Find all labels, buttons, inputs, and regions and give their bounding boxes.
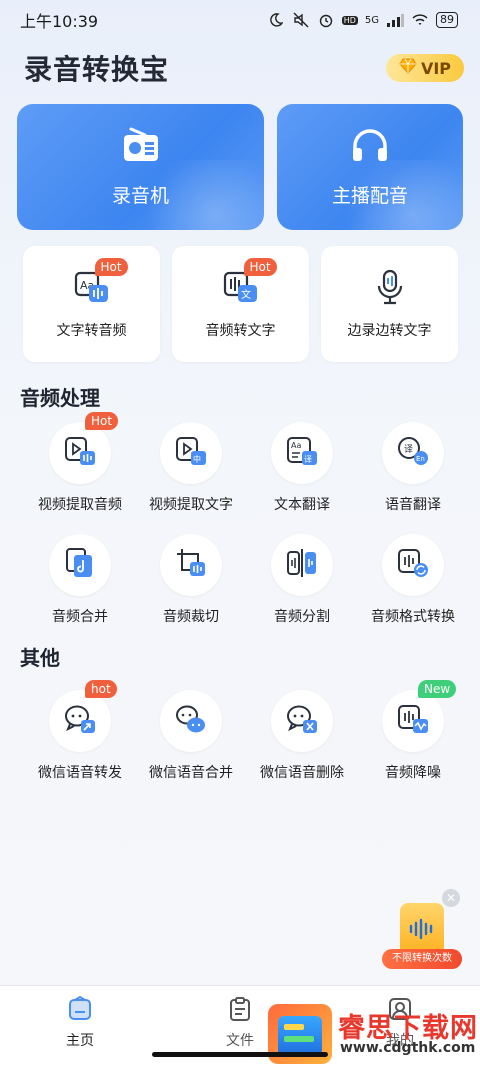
wifi-icon — [411, 11, 429, 29]
close-icon[interactable]: ✕ — [442, 889, 460, 907]
record-transcribe-label: 边录边转文字 — [347, 323, 432, 339]
dubbing-card[interactable]: 主播配音 — [277, 104, 463, 230]
app-header: 录音转换宝 VIP — [24, 48, 464, 88]
new-badge: New — [418, 680, 457, 698]
audio-format-item[interactable]: 音频格式转换 — [358, 534, 468, 634]
record-transcribe-card[interactable]: 边录边转文字 — [321, 246, 458, 362]
audio-to-text-card[interactable]: 文 Hot 音频转文字 — [172, 246, 309, 362]
radio-icon — [121, 127, 161, 167]
video-extract-audio-icon — [63, 434, 97, 472]
svg-text:译: 译 — [404, 444, 413, 455]
audio-split-label: 音频分割 — [274, 609, 330, 625]
dubbing-label: 主播配音 — [331, 184, 408, 207]
wechat-merge-label: 微信语音合并 — [149, 765, 233, 781]
status-bar: 上午10:39 HD 5G 89 — [0, 0, 480, 40]
alarm-icon — [317, 11, 335, 29]
audio-split-item[interactable]: 音频分割 — [247, 534, 357, 634]
recorder-card[interactable]: 录音机 — [17, 104, 264, 230]
voice-translate-item[interactable]: 译 En 语音翻译 — [358, 422, 468, 522]
wechat-forward-item[interactable]: hot 微信语音转发 — [25, 680, 135, 790]
diamond-icon — [399, 58, 417, 78]
microphone-icon — [371, 269, 409, 310]
app-title: 录音转换宝 — [24, 53, 170, 86]
video-extract-audio-item[interactable]: Hot 视频提取音频 — [25, 412, 135, 522]
svg-text:译: 译 — [304, 455, 312, 464]
wechat-merge-icon — [174, 702, 208, 740]
vip-label: VIP — [420, 58, 452, 78]
audio-merge-item[interactable]: 音频合并 — [25, 534, 135, 634]
headphones-icon — [350, 127, 390, 167]
video-extract-text-item[interactable]: 中 视频提取文字 — [136, 422, 246, 522]
status-time: 上午10:39 — [20, 12, 99, 31]
wechat-merge-item[interactable]: 微信语音合并 — [136, 690, 246, 790]
section-title-audio: 音频处理 — [20, 386, 100, 410]
text-to-audio-card[interactable]: Aa Hot 文字转音频 — [23, 246, 160, 362]
signal-icon — [386, 11, 404, 29]
audio-format-label: 音频格式转换 — [371, 609, 455, 625]
text-translate-label: 文本翻译 — [274, 497, 330, 513]
svg-text:中: 中 — [193, 454, 201, 464]
status-icons: HD 5G 89 — [267, 11, 458, 29]
video-extract-text-icon: 中 — [174, 434, 208, 472]
hd-icon: HD — [341, 15, 358, 25]
audio-to-text-label: 音频转文字 — [205, 323, 276, 339]
voice-translate-icon: 译 En — [396, 434, 430, 472]
audio-split-icon — [285, 546, 319, 584]
svg-text:Aa: Aa — [291, 441, 301, 450]
home-indicator — [152, 1052, 328, 1057]
audio-crop-icon — [174, 546, 208, 584]
clipboard-icon — [227, 996, 253, 1026]
svg-text:En: En — [416, 455, 425, 463]
svg-text:文: 文 — [241, 288, 251, 301]
video-extract-text-label: 视频提取文字 — [149, 497, 233, 513]
recorder-label: 录音机 — [111, 184, 169, 207]
wechat-delete-label: 微信语音删除 — [260, 765, 344, 781]
section-title-other: 其他 — [20, 646, 60, 670]
wechat-forward-label: 微信语音转发 — [38, 765, 122, 781]
video-extract-audio-label: 视频提取音频 — [38, 497, 122, 513]
vip-button[interactable]: VIP — [386, 54, 464, 82]
unlimited-promo[interactable]: 不限转换次数 ✕ — [380, 889, 464, 973]
audio-format-icon — [396, 546, 430, 584]
audio-merge-label: 音频合并 — [52, 609, 108, 625]
audio-crop-item[interactable]: 音频裁切 — [136, 534, 246, 634]
text-translate-icon: Aa 译 — [285, 434, 319, 472]
watermark-url: www.cdgthk.com — [340, 1040, 476, 1056]
mute-icon — [292, 11, 310, 29]
audio-denoise-item[interactable]: New 音频降噪 — [358, 680, 468, 790]
wechat-delete-icon — [285, 702, 319, 740]
audio-merge-icon — [63, 546, 97, 584]
voice-translate-label: 语音翻译 — [385, 497, 441, 513]
phone-waveform-icon — [400, 903, 444, 955]
audio-denoise-label: 音频降噪 — [385, 765, 441, 781]
audio-crop-label: 音频裁切 — [163, 609, 219, 625]
nav-home[interactable]: 主页 — [0, 986, 160, 1067]
network-label: 5G — [364, 14, 379, 26]
nav-files-label: 文件 — [226, 1033, 254, 1049]
battery-indicator: 89 — [436, 12, 458, 28]
hot-badge: hot — [85, 680, 117, 698]
nav-home-label: 主页 — [66, 1033, 94, 1049]
hot-badge: Hot — [85, 412, 119, 430]
audio-denoise-icon — [396, 702, 430, 740]
audio-to-text-icon: 文 — [222, 271, 260, 310]
wechat-forward-icon — [63, 702, 97, 740]
hot-badge: Hot — [94, 258, 128, 276]
promo-label: 不限转换次数 — [382, 949, 462, 969]
home-icon — [67, 995, 93, 1026]
wechat-delete-item[interactable]: 微信语音删除 — [247, 690, 357, 790]
text-translate-item[interactable]: Aa 译 文本翻译 — [247, 422, 357, 522]
moon-icon — [267, 11, 285, 29]
text-to-audio-icon: Aa — [73, 271, 111, 310]
hot-badge: Hot — [243, 258, 277, 276]
text-to-audio-label: 文字转音频 — [56, 323, 127, 339]
